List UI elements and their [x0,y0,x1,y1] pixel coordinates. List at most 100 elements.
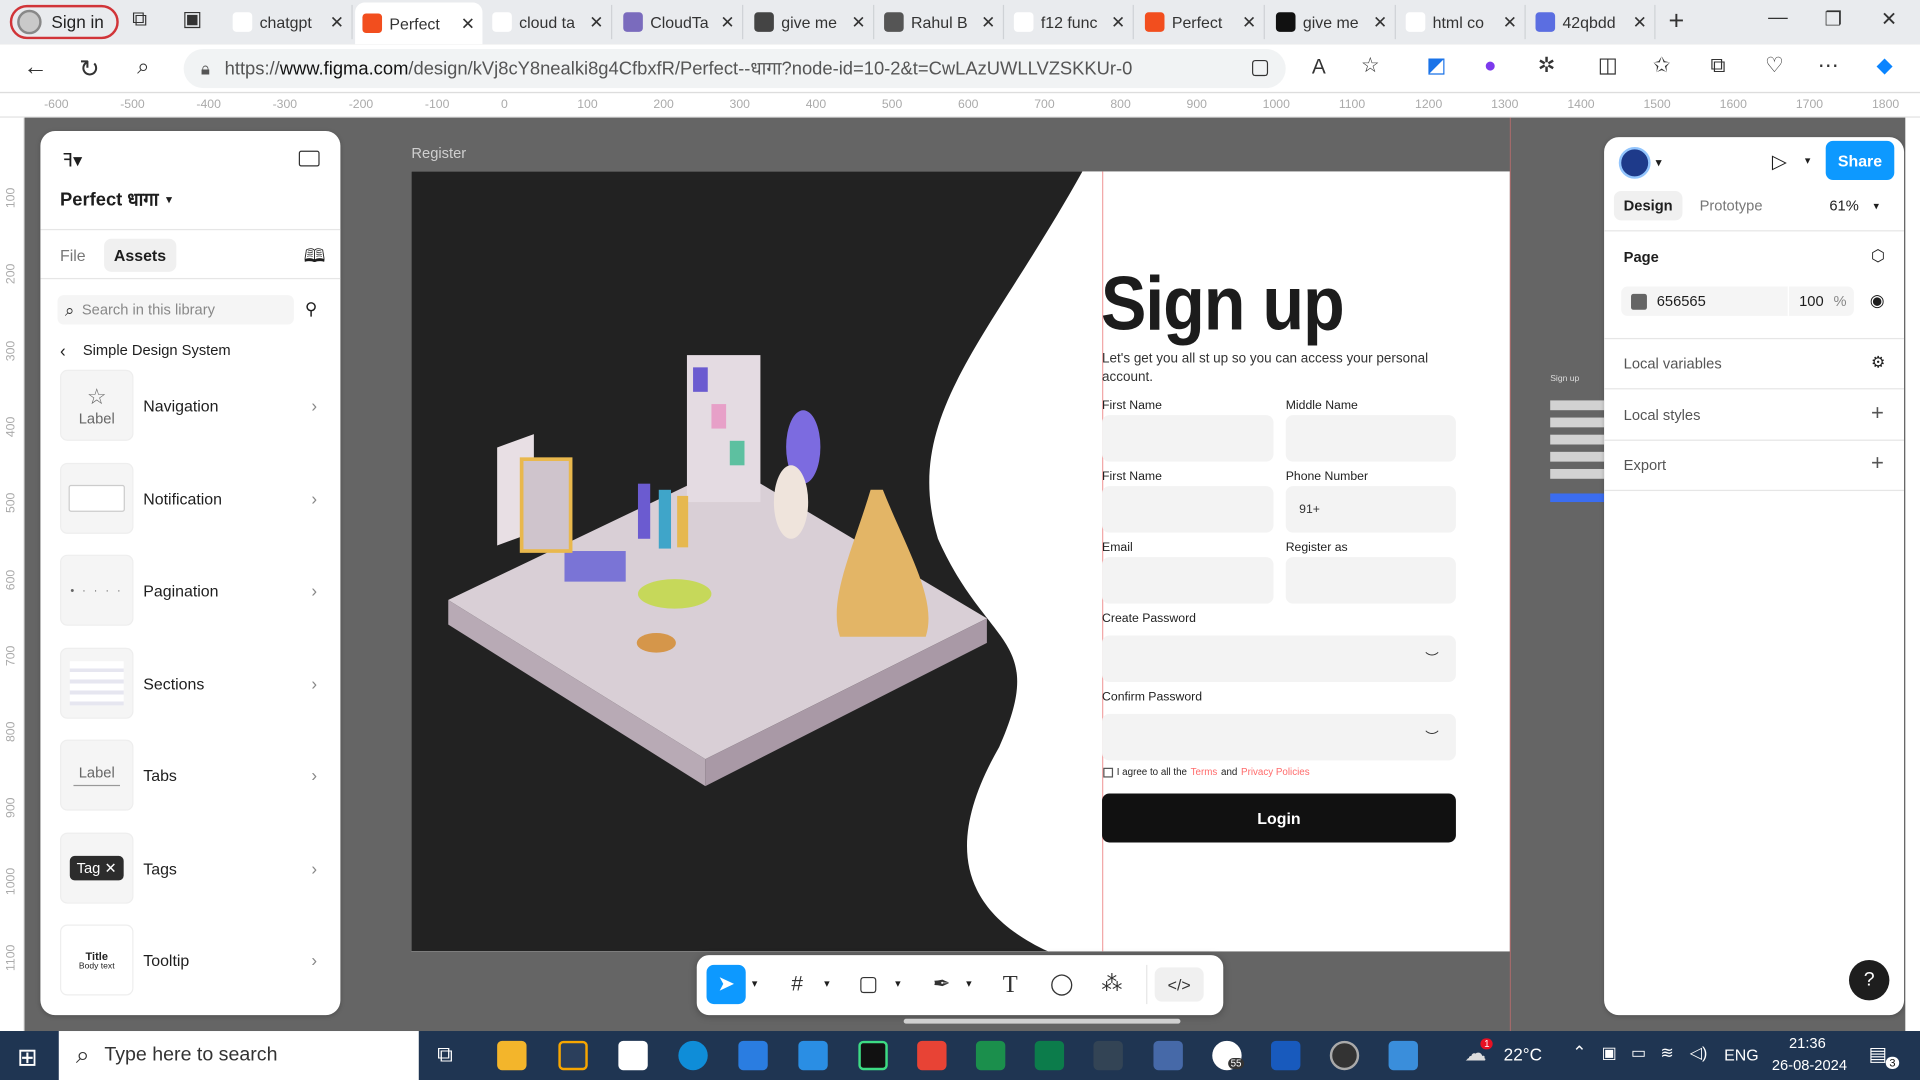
collections-icon[interactable]: ⧉ [1704,54,1731,78]
eye-closed-icon[interactable]: ︶ [1425,649,1438,669]
file-title[interactable]: Perfect धागा ▾ [60,187,172,211]
close-tab-icon[interactable]: ✕ [330,12,344,33]
email-input[interactable] [1102,557,1274,604]
favorite-star-icon[interactable]: ☆ [1357,54,1384,78]
minimize-icon[interactable]: — [1768,7,1788,29]
mail-icon[interactable] [738,1040,768,1071]
browser-tab[interactable]: CloudTa ✕ [616,4,744,40]
extension-copilot-icon[interactable]: ● [1477,54,1504,78]
middle-name-input[interactable] [1285,415,1456,462]
favorites-icon[interactable]: ✩ [1648,54,1675,78]
tab-prototype[interactable]: Prototype [1700,197,1763,214]
first-name-2-input[interactable] [1102,486,1274,533]
clock-time[interactable]: 21:36 [1789,1035,1826,1052]
browser-tab[interactable]: give me ✕ [1269,4,1396,40]
meet-icon[interactable] [1034,1040,1065,1071]
page-fill-input[interactable]: 656565 100 % [1621,286,1854,316]
more-options-icon[interactable]: ⋯ [1815,54,1842,78]
clipboard-icon[interactable]: ▢ [1247,55,1274,79]
eye-closed-icon[interactable]: ︶ [1425,727,1438,747]
frame-tool-icon[interactable]: # [780,967,814,1001]
back-icon[interactable]: ← [22,54,49,82]
login-button[interactable]: Login [1102,793,1456,843]
page-opacity[interactable]: 100 [1799,293,1824,310]
share-button[interactable]: Share [1825,140,1895,181]
panel-toggle-icon[interactable] [298,150,320,167]
first-name-input[interactable] [1102,415,1274,462]
register-frame[interactable]: Sign up Let's get you all st up so you c… [411,171,1510,952]
volume-icon[interactable]: ◁) [1690,1043,1708,1063]
resources-tool-icon[interactable]: ⁂ [1095,967,1129,1001]
browser-tab[interactable]: Rahul B ✕ [877,4,1005,40]
language-indicator[interactable]: ENG [1724,1046,1758,1064]
figma-menu-icon[interactable]: ꟻ▾ [62,149,82,172]
pen-tool-icon[interactable]: ✒ [924,967,958,1001]
maximize-icon[interactable]: ❐ [1824,7,1842,31]
chevron-up-icon[interactable]: ⌃ [1572,1042,1586,1063]
close-tab-icon[interactable]: ✕ [1633,12,1647,33]
browser-tab[interactable]: Perfect ✕ [355,2,483,45]
local-styles[interactable]: Local styles [1624,407,1701,424]
terms-link[interactable]: Terms [1191,767,1218,778]
text-tool-icon[interactable]: T [993,967,1027,1001]
add-style-icon[interactable]: + [1871,400,1884,426]
close-tab-icon[interactable]: ✕ [1373,12,1387,33]
mini-frame-preview[interactable]: Sign up [1550,375,1605,522]
chevron-down-icon[interactable]: ▾ [824,977,830,990]
tab-actions-icon[interactable]: ▣ [179,7,206,31]
mysql-icon[interactable] [1093,1040,1123,1071]
remote-icon[interactable] [1153,1040,1183,1071]
new-tab-icon[interactable]: + [1663,5,1690,37]
clock-date[interactable]: 26-08-2024 [1772,1057,1847,1074]
pycharm-icon[interactable] [858,1040,888,1071]
taskbar-search-input[interactable]: ⌕ Type here to search [58,1031,419,1080]
edge-icon[interactable] [678,1040,708,1071]
close-tab-icon[interactable]: ✕ [589,12,603,33]
present-play-icon[interactable]: ▷ [1772,149,1787,173]
extension-arrow-icon[interactable]: ◩ [1423,54,1450,78]
local-variables[interactable]: Local variables [1624,355,1722,372]
horizontal-scrollbar[interactable] [903,1018,1181,1024]
browser-tab[interactable]: f12 func ✕ [1007,4,1134,40]
close-tab-icon[interactable]: ✕ [851,12,865,33]
chevron-down-icon[interactable]: ▾ [752,977,758,990]
rectangle-tool-icon[interactable]: ▢ [851,967,885,1001]
performance-icon[interactable]: ♡ [1761,54,1788,78]
wifi-icon[interactable]: ≋ [1660,1043,1673,1063]
tab-assets[interactable]: Assets [104,238,176,272]
gmail-icon[interactable] [917,1040,947,1071]
eye-visibility-icon[interactable]: ◉ [1870,290,1885,311]
browser-tab[interactable]: html co ✕ [1398,4,1526,40]
close-window-icon[interactable]: ✕ [1881,7,1897,31]
tab-design[interactable]: Design [1613,191,1683,221]
browser-tab[interactable]: Perfect ✕ [1138,4,1265,40]
sheets-icon[interactable] [975,1040,1006,1071]
asset-item[interactable]: Sections › [60,647,322,720]
browser-tab[interactable]: give me ✕ [747,4,875,40]
export-section[interactable]: Export [1624,457,1666,474]
color-swatch[interactable] [1631,293,1647,310]
close-tab-icon[interactable]: ✕ [1242,12,1256,33]
close-tab-icon[interactable]: ✕ [461,13,475,34]
help-button[interactable]: ? [1848,960,1890,1001]
comment-tool-icon[interactable]: ◯ [1044,967,1078,1001]
copilot-icon[interactable]: ◆ [1871,54,1898,78]
weather-temp[interactable]: 22°C [1504,1044,1542,1064]
split-screen-icon[interactable]: ◫ [1594,54,1621,78]
url-field[interactable]: 🔒︎ https://www.figma.com/design/kVj8cY8n… [183,48,1286,89]
word-icon[interactable] [1271,1040,1301,1071]
close-tab-icon[interactable]: ✕ [1503,12,1517,33]
windows-start-icon[interactable]: ⊞ [17,1042,38,1073]
vscode-icon[interactable] [798,1040,828,1071]
chevron-down-icon[interactable]: ▾ [895,977,901,990]
browser-tab[interactable]: chatgpt ✕ [225,4,353,40]
styles-icon[interactable]: ⬡ [1871,246,1885,266]
asset-item[interactable]: Title Body text Tooltip › [60,923,322,996]
chevron-down-icon[interactable]: ▾ [966,977,972,990]
tab-file[interactable]: File [60,246,86,264]
chevron-down-icon[interactable]: ▾ [1805,154,1811,167]
file-explorer-icon[interactable] [497,1040,527,1071]
add-export-icon[interactable]: + [1871,451,1884,477]
page-color-hex[interactable]: 656565 [1657,293,1788,310]
asset-item[interactable]: Label Tabs › [60,738,322,811]
